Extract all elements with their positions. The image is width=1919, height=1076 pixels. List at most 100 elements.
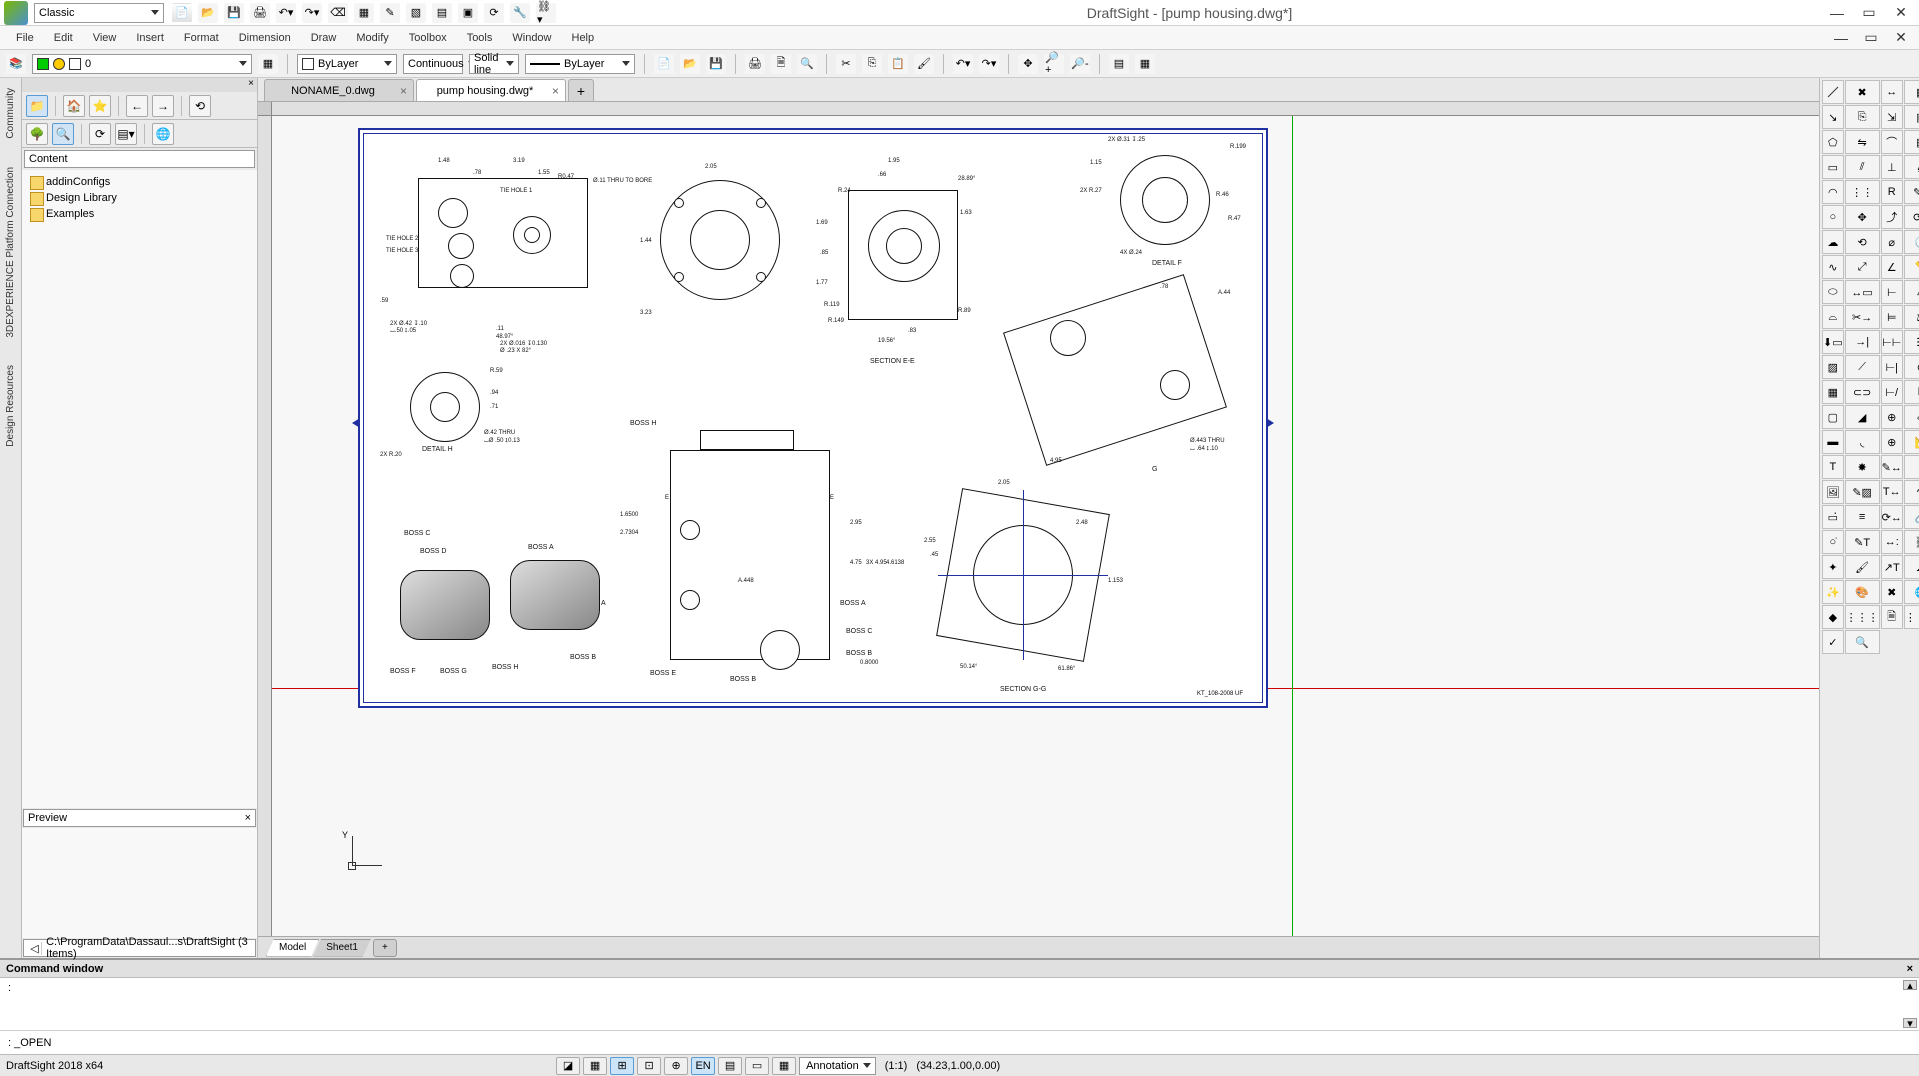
std-redo-button[interactable]: ↷▾ [979, 54, 999, 74]
angular-dim-tool[interactable]: ∠ [1881, 255, 1903, 279]
view-search-icon[interactable]: 🔍 [52, 123, 74, 145]
tree-item[interactable]: Design Library [26, 190, 253, 206]
drawing-canvas[interactable]: 1.48 3.19 R0.47 .78 1.55 Ø.11 THRU TO BO… [258, 102, 1819, 936]
rect-tool[interactable]: ▭ [1822, 155, 1844, 179]
diameter-dim-tool[interactable]: ⌀ [1881, 230, 1903, 254]
doc-tab-noname[interactable]: NONAME_0.dwg × [264, 79, 414, 101]
aligned-dim-tool[interactable]: ⇲ [1881, 105, 1903, 129]
find-button[interactable]: 🔍 [797, 54, 817, 74]
extend-tool[interactable]: →| [1845, 330, 1880, 354]
model-toggle[interactable]: ▭ [745, 1057, 769, 1075]
lwt-toggle[interactable]: ▤ [718, 1057, 742, 1075]
command-window-close-button[interactable]: × [1907, 963, 1913, 975]
print-button[interactable]: 🖨 [250, 3, 270, 23]
nav-favorites-icon[interactable]: ⭐ [89, 95, 111, 117]
pattern-tool[interactable]: ⋮⋮ [1845, 180, 1880, 204]
properties-button[interactable]: ▦ [354, 3, 374, 23]
prop-palette-button[interactable]: ▤ [1109, 54, 1129, 74]
sparkle-tool[interactable]: ✨ [1822, 580, 1844, 604]
lineweight-selector[interactable]: Solid line [469, 54, 519, 74]
circle-select-tool[interactable]: ○̇ [1822, 530, 1844, 554]
move-tool[interactable]: ✥ [1845, 205, 1880, 229]
point-tool[interactable]: • [1904, 455, 1919, 479]
std-new-button[interactable]: 📄 [654, 54, 674, 74]
tolerance-tool[interactable]: ⊕ [1881, 405, 1903, 429]
id-point-tool[interactable]: ⊙ [1904, 355, 1919, 379]
wipeout-tool[interactable]: ▬ [1822, 430, 1844, 454]
etrack-toggle[interactable]: EN [691, 1057, 715, 1075]
region-tool[interactable]: ◈ [1904, 405, 1919, 429]
table-button[interactable]: ▤ [432, 3, 452, 23]
offset-tool[interactable]: ⫽ [1845, 155, 1880, 179]
erase-button[interactable]: ⌫ [328, 3, 348, 23]
multi-tool[interactable]: ✖ [1881, 580, 1903, 604]
drawing-region[interactable]: 1.48 3.19 R0.47 .78 1.55 Ø.11 THRU TO BO… [272, 116, 1819, 936]
boundary-tool[interactable]: ▢ [1822, 405, 1844, 429]
attr-def-tool[interactable]: A̲ [1904, 155, 1919, 179]
qinput-toggle[interactable]: ▦ [772, 1057, 796, 1075]
entity-color-selector[interactable]: ByLayer [297, 54, 397, 74]
dim-break-tool[interactable]: ⊢/ [1881, 380, 1903, 404]
linear-dim-tool[interactable]: ↔ [1881, 80, 1903, 104]
cloud-sel-tool[interactable]: ☁ [1904, 555, 1919, 579]
star-tool[interactable]: ✦ [1822, 555, 1844, 579]
esnap-toggle[interactable]: ⊕ [664, 1057, 688, 1075]
edit-block-tool[interactable]: ▤ [1904, 130, 1919, 154]
content-tree[interactable]: addinConfigs Design Library Examples [22, 170, 257, 808]
open-button[interactable]: 📂 [198, 3, 218, 23]
scroll-up-icon[interactable]: ▴ [1903, 980, 1917, 990]
view-refresh-icon[interactable]: ⟳ [89, 123, 111, 145]
wrench-button[interactable]: 🔧 [510, 3, 530, 23]
link-button[interactable]: ⛓▾ [536, 3, 556, 23]
linetype-selector[interactable]: Continuous [403, 54, 463, 74]
paint-tool[interactable]: 🎨 [1845, 580, 1880, 604]
ortho-toggle[interactable]: ⊞ [610, 1057, 634, 1075]
menu-modify[interactable]: Modify [346, 29, 398, 47]
copy-tool[interactable]: ⎘ [1845, 105, 1880, 129]
trim-tool[interactable]: ✂→ [1845, 305, 1880, 329]
spline-tool[interactable]: ∿ [1822, 255, 1844, 279]
annotation-scale-selector[interactable]: Annotation [799, 1057, 876, 1075]
close-button[interactable]: ✕ [1887, 4, 1915, 22]
grid-toggle[interactable]: ▦ [583, 1057, 607, 1075]
print-layout-tool[interactable]: 🗎 [1881, 605, 1903, 629]
nav-back-icon[interactable]: ← [126, 95, 148, 117]
clock-tool[interactable]: 🕐 [1904, 230, 1919, 254]
line-tool[interactable] [1822, 80, 1844, 104]
menu-tools[interactable]: Tools [457, 29, 503, 47]
side-tab-design[interactable]: Design Resources [5, 361, 16, 451]
sheet-tab-add-button[interactable]: + [373, 939, 397, 957]
std-print-button[interactable]: 🖨 [745, 54, 765, 74]
fillet-tool[interactable]: ◟ [1845, 430, 1880, 454]
block-ref-tool[interactable]: ▦ [1904, 80, 1919, 104]
mirror-tool[interactable]: ⇋ [1845, 130, 1880, 154]
pan-button[interactable]: ✥ [1018, 54, 1038, 74]
clip-button[interactable]: ▣ [458, 3, 478, 23]
std-undo-button[interactable]: ↶▾ [953, 54, 973, 74]
zoom-in-button[interactable]: 🔎+ [1044, 54, 1064, 74]
undo-button[interactable]: ↶▾ [276, 3, 296, 23]
tab-close-icon[interactable]: × [552, 84, 559, 98]
globe-tool[interactable]: 🌐 [1904, 580, 1919, 604]
break-tool[interactable]: ⟋ [1845, 355, 1880, 379]
insert-block-tool[interactable]: ⬇▭ [1822, 330, 1844, 354]
image-tool[interactable]: 🖼 [1822, 480, 1844, 504]
bind-tool[interactable]: ⛓ [1904, 530, 1919, 554]
xref-tool[interactable]: 🔗 [1904, 505, 1919, 529]
mass-tool[interactable]: ⚖ [1904, 305, 1919, 329]
copy-button[interactable]: ⎘ [862, 54, 882, 74]
ellipse-arc-tool[interactable]: ⌓ [1822, 305, 1844, 329]
mdi-minimize-button[interactable]: — [1827, 29, 1855, 47]
zoom-out-button[interactable]: 🔎- [1070, 54, 1090, 74]
hatch-tool[interactable]: ▨ [1822, 355, 1844, 379]
doc-tab-add-button[interactable]: + [568, 79, 594, 101]
mdi-close-button[interactable]: ✕ [1887, 29, 1915, 47]
command-input[interactable]: : _OPEN [0, 1030, 1919, 1054]
view3d-tool[interactable]: ◆ [1822, 605, 1844, 629]
cut-button[interactable]: ✂ [836, 54, 856, 74]
quick-dim-tool[interactable]: ⊢ [1881, 280, 1903, 304]
rotate-tool[interactable]: ⟲ [1845, 230, 1880, 254]
sheet-tab-sheet1[interactable]: Sheet1 [313, 939, 371, 957]
ruler-vertical[interactable] [258, 116, 272, 936]
arc-tool[interactable]: ◠ [1822, 180, 1844, 204]
